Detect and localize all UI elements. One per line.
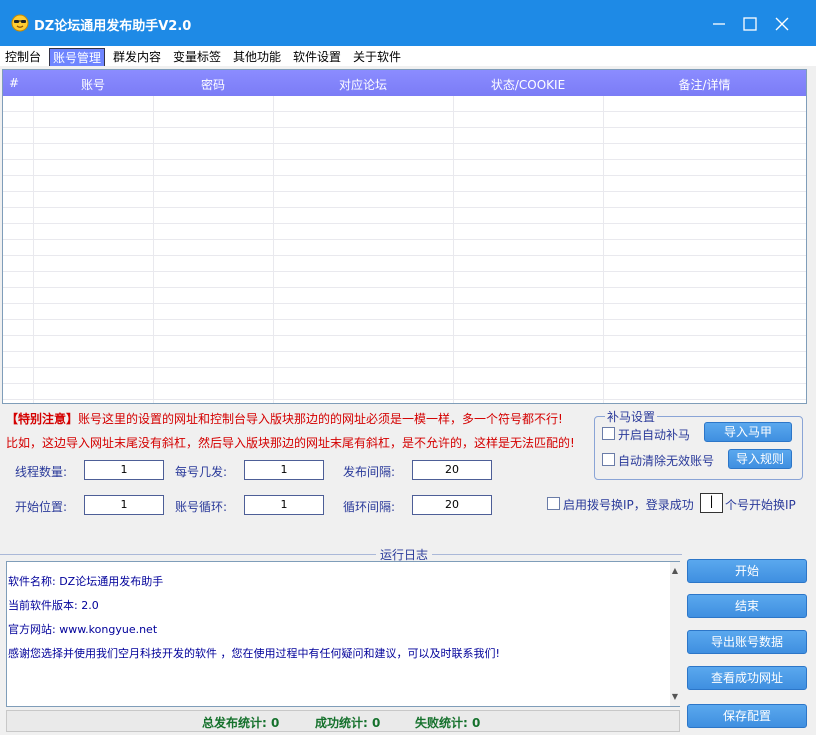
tab-account-management[interactable]: 账号管理 <box>49 48 106 66</box>
tab-about[interactable]: 关于软件 <box>350 48 404 66</box>
log-textarea[interactable]: 软件名称: DZ论坛通用发布助手 当前软件版本: 2.0 官方网站: www.k… <box>6 561 680 707</box>
account-loop-input[interactable]: 1 <box>244 495 324 515</box>
close-icon[interactable] <box>770 12 794 36</box>
per-account-input[interactable]: 1 <box>244 460 324 480</box>
tab-bar: 控制台 账号管理 群发内容 变量标签 其他功能 软件设置 关于软件 <box>0 46 816 66</box>
notice-line-2: 比如，这边导入网址末尾没有斜杠，然后导入版块那边的网址末尾有斜杠，是不允许的，这… <box>6 436 575 450</box>
column-header-forum[interactable]: 对应论坛 <box>273 76 453 93</box>
sunglasses-face-icon <box>11 14 29 32</box>
maximize-icon[interactable] <box>738 12 762 36</box>
auto-vest-checkbox[interactable] <box>602 427 615 440</box>
import-rules-button[interactable]: 导入规则 <box>728 449 792 469</box>
success-count: 成功统计: 0 <box>315 716 381 730</box>
table-header: # 账号 密码 对应论坛 状态/COOKIE 备注/详情 <box>3 70 806 96</box>
column-divider <box>453 96 454 403</box>
notice-line-1: 【特别注意】账号这里的设置的网址和控制台导入版块那边的的网址必须是一模一样，多一… <box>6 410 563 427</box>
dial-ip-suffix: 个号开始换IP <box>725 498 796 512</box>
auto-clear-checkbox[interactable] <box>602 453 615 466</box>
title-bar: DZ论坛通用发布助手V2.0 <box>0 0 816 46</box>
export-accounts-button[interactable]: 导出账号数据 <box>687 630 807 654</box>
fail-count: 失败统计: 0 <box>415 716 481 730</box>
tab-console[interactable]: 控制台 <box>2 48 44 66</box>
accounts-table[interactable]: # 账号 密码 对应论坛 状态/COOKIE 备注/详情 <box>2 69 807 404</box>
start-position-input[interactable]: 1 <box>84 495 164 515</box>
dial-ip-label[interactable]: 启用拨号换IP，登录成功 <box>563 496 694 513</box>
log-line: 官方网站: www.kongyue.net <box>8 623 158 636</box>
status-bar: 总发布统计: 0 成功统计: 0 失败统计: 0 <box>6 710 680 732</box>
per-account-label: 每号几发: <box>175 465 228 479</box>
column-header-notes[interactable]: 备注/详情 <box>603 76 806 93</box>
tab-other-functions[interactable]: 其他功能 <box>230 48 284 66</box>
column-divider <box>153 96 154 403</box>
tab-variable-tags[interactable]: 变量标签 <box>170 48 224 66</box>
post-interval-label: 发布间隔: <box>343 465 396 479</box>
view-success-urls-button[interactable]: 查看成功网址 <box>687 666 807 690</box>
window-title: DZ论坛通用发布助手V2.0 <box>34 19 192 34</box>
loop-interval-input[interactable]: 20 <box>412 495 492 515</box>
thread-count-input[interactable]: 1 <box>84 460 164 480</box>
start-button[interactable]: 开始 <box>687 559 807 583</box>
account-loop-label: 账号循环: <box>175 500 228 514</box>
column-divider <box>273 96 274 403</box>
post-interval-input[interactable]: 20 <box>412 460 492 480</box>
scroll-down-icon[interactable]: ▼ <box>670 690 680 704</box>
log-line: 软件名称: DZ论坛通用发布助手 <box>8 575 164 588</box>
total-count: 总发布统计: 0 <box>202 716 280 730</box>
column-header-status[interactable]: 状态/COOKIE <box>453 76 603 93</box>
column-header-password[interactable]: 密码 <box>153 76 273 93</box>
log-line: 感谢您选择并使用我们空月科技开发的软件 ，您在使用过程中有任何疑问和建议，可以及… <box>8 647 500 660</box>
log-scrollbar[interactable]: ▲ ▼ <box>670 562 680 706</box>
dial-ip-count-input[interactable]: | <box>700 493 723 513</box>
scroll-up-icon[interactable]: ▲ <box>670 564 680 578</box>
log-line: 当前软件版本: 2.0 <box>8 599 99 612</box>
loop-interval-label: 循环间隔: <box>343 500 396 514</box>
tab-software-settings[interactable]: 软件设置 <box>290 48 344 66</box>
column-divider <box>33 96 34 403</box>
thread-count-label: 线程数量: <box>15 465 68 479</box>
save-config-button[interactable]: 保存配置 <box>687 704 807 728</box>
minimize-icon[interactable] <box>707 12 731 36</box>
column-divider <box>603 96 604 403</box>
dial-ip-checkbox[interactable] <box>547 497 560 510</box>
notice-text: 账号这里的设置的网址和控制台导入版块那边的的网址必须是一模一样，多一个符号都不行… <box>78 412 563 426</box>
import-vest-button[interactable]: 导入马甲 <box>704 422 792 442</box>
start-position-label: 开始位置: <box>15 500 68 514</box>
column-header-account[interactable]: 账号 <box>33 76 153 93</box>
column-header-index[interactable]: # <box>9 76 19 90</box>
auto-clear-label[interactable]: 自动清除无效账号 <box>618 452 714 469</box>
stop-button[interactable]: 结束 <box>687 594 807 618</box>
vest-settings-title: 补马设置 <box>605 408 658 425</box>
tab-bulk-content[interactable]: 群发内容 <box>110 48 164 66</box>
auto-vest-label[interactable]: 开启自动补马 <box>618 426 690 443</box>
table-body <box>3 96 806 403</box>
notice-prefix: 【特别注意】 <box>6 412 79 426</box>
